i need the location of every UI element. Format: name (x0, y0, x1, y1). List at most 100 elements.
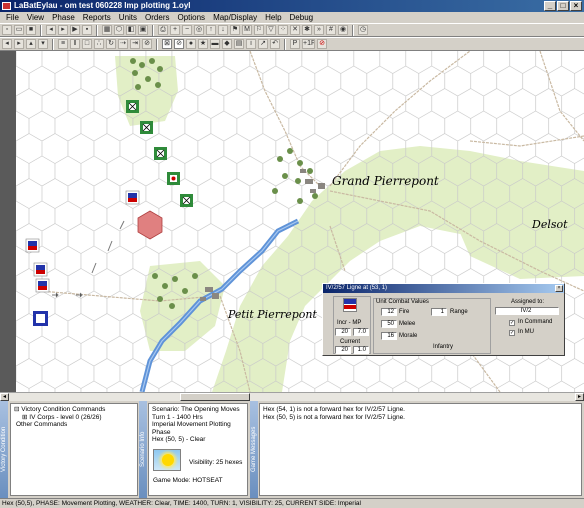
french-unit-counter[interactable] (33, 262, 48, 277)
scroll-right-arrow-icon[interactable]: ▸ (575, 393, 584, 401)
march-icon[interactable]: ⇢ (118, 39, 128, 49)
unit-counter[interactable] (154, 147, 167, 160)
formation-column-icon[interactable]: ‖ (70, 39, 80, 49)
units-icon[interactable]: ◧ (126, 25, 136, 35)
menu-view[interactable]: View (23, 12, 48, 23)
new-file-icon[interactable]: ▫ (2, 25, 12, 35)
tree-node-vc-commands[interactable]: ⊟ Victory Condition Commands (14, 406, 134, 414)
arrow-down-icon[interactable]: ↓ (218, 25, 228, 35)
menu-file[interactable]: File (2, 12, 23, 23)
open-folder-icon[interactable]: ▭ (14, 25, 24, 35)
wagon-filter-icon[interactable]: ▬ (210, 39, 220, 49)
mu-icon[interactable]: M (242, 25, 252, 35)
rotate-icon[interactable]: ↻ (106, 39, 116, 49)
french-unit-counter[interactable] (33, 311, 48, 326)
menu-help[interactable]: Help (261, 12, 285, 23)
map-area[interactable]: Grand Pierrepont Petit Pierrepont Delsot (0, 51, 584, 392)
tree-node-iv-corps[interactable]: ⊞ IV Corps - level 0 (26/26) (14, 414, 134, 422)
menu-units[interactable]: Units (115, 12, 141, 23)
deploy-icon[interactable]: ⇥ (130, 39, 140, 49)
map-icon[interactable]: ▦ (102, 25, 112, 35)
french-unit-counter[interactable] (35, 278, 50, 293)
eye-icon[interactable]: ◉ (338, 25, 348, 35)
scrollbar-thumb[interactable] (180, 393, 250, 401)
dots-icon[interactable]: ⁘ (278, 25, 288, 35)
scroll-up-icon[interactable]: ▴ (26, 39, 36, 49)
unit-info-window[interactable]: IV/2/57 Ligne at (53, 1) × Incr - MP 20 … (322, 283, 565, 356)
hex-grid-icon[interactable]: ⬡ (114, 25, 124, 35)
unit-counter[interactable] (167, 172, 180, 185)
menu-debug[interactable]: Debug (286, 12, 318, 23)
flag-icon[interactable]: ⚐ (254, 25, 264, 35)
map-horizontal-scrollbar[interactable]: ◂ ▸ (0, 392, 584, 401)
melee-icon[interactable]: ✕ (290, 25, 300, 35)
los-icon[interactable]: ◎ (194, 25, 204, 35)
grid-toggle-icon[interactable]: # (326, 25, 336, 35)
cavalry-filter-icon[interactable]: ⊘ (174, 39, 184, 49)
tab-game-messages[interactable]: Game Messages (250, 401, 258, 498)
cancel-plot-icon[interactable]: ⊘ (317, 39, 327, 49)
unit-info-close-button[interactable]: × (555, 285, 563, 292)
scroll-down-icon[interactable]: ▾ (38, 39, 48, 49)
application-window: LaBatEylau - om test 060228 Imp plotting… (0, 0, 584, 508)
clock-icon[interactable]: ◷ (358, 25, 368, 35)
formation-line-icon[interactable]: ≡ (58, 39, 68, 49)
artillery-filter-icon[interactable]: ● (186, 39, 196, 49)
toolbar-separator (52, 38, 54, 50)
french-unit-counter[interactable] (125, 190, 140, 205)
menu-bar: File View Phase Reports Units Orders Opt… (0, 12, 584, 23)
unit-counter[interactable] (140, 121, 153, 134)
scroll-left-arrow-icon[interactable]: ◂ (0, 393, 9, 401)
in-mu-checkbox: ✓ (509, 330, 515, 336)
print-icon[interactable]: ⎙ (158, 25, 168, 35)
play-icon[interactable]: ▶ (70, 25, 80, 35)
command-icon[interactable]: ⚑ (230, 25, 240, 35)
formation-square-icon[interactable]: □ (82, 39, 92, 49)
step-icon[interactable]: ▸ (58, 25, 68, 35)
menu-options[interactable]: Options (173, 12, 209, 23)
morale-label: Morale (399, 333, 418, 339)
infantry-filter-icon[interactable]: ⊠ (162, 39, 172, 49)
unit-type-label: Infantry (433, 344, 454, 350)
menu-orders[interactable]: Orders (141, 12, 173, 23)
french-unit-counter[interactable] (25, 238, 40, 253)
replay-icon[interactable]: ◂ (46, 25, 56, 35)
menu-reports[interactable]: Reports (79, 12, 115, 23)
zoom-out-icon[interactable]: − (182, 25, 192, 35)
tab-scenario-info[interactable]: Scenario Info (139, 401, 147, 498)
tree-node-other-commands[interactable]: Other Commands (14, 421, 134, 429)
next-icon[interactable]: » (314, 25, 324, 35)
minimize-button[interactable]: _ (544, 1, 556, 11)
highlight-icon[interactable]: ◆ (222, 39, 232, 49)
p-button[interactable]: P (290, 39, 300, 49)
counter-icon[interactable]: ▣ (138, 25, 148, 35)
toolbar-separator (40, 24, 42, 36)
plus-one-p-button[interactable]: +1P (302, 39, 315, 49)
maximize-button[interactable]: □ (557, 1, 569, 11)
menu-phase[interactable]: Phase (48, 12, 79, 23)
close-button[interactable]: × (570, 1, 582, 11)
zoom-in-icon[interactable]: + (170, 25, 180, 35)
save-icon[interactable]: ■ (26, 25, 36, 35)
filter-icon[interactable]: ▽ (266, 25, 276, 35)
skirmish-icon[interactable]: ∴ (94, 39, 104, 49)
undo-plot-icon[interactable]: ↶ (270, 39, 280, 49)
info-icon[interactable]: i (246, 39, 256, 49)
scroll-left-icon[interactable]: ◂ (2, 39, 12, 49)
arrow-up-icon[interactable]: ↑ (206, 25, 216, 35)
fire-icon[interactable]: ✱ (302, 25, 312, 35)
unit-counter[interactable] (180, 194, 193, 207)
stop-icon[interactable]: ▪ (82, 25, 92, 35)
scroll-right-icon[interactable]: ▸ (14, 39, 24, 49)
unit-counter[interactable] (126, 100, 139, 113)
incr-value: 20 (335, 328, 351, 336)
leader-filter-icon[interactable]: ★ (198, 39, 208, 49)
halt-icon[interactable]: ⊘ (142, 39, 152, 49)
game-messages-panel: Hex (54, 1) is not a forward hex for IV/… (259, 403, 582, 496)
stack-icon[interactable]: ▤ (234, 39, 244, 49)
menu-map-display[interactable]: Map/Display (209, 12, 261, 23)
current-label: Current (340, 339, 361, 345)
melee-label: Melee (399, 321, 416, 327)
plot-icon[interactable]: ↗ (258, 39, 268, 49)
tab-victory-condition[interactable]: Victory Condition (0, 401, 8, 498)
